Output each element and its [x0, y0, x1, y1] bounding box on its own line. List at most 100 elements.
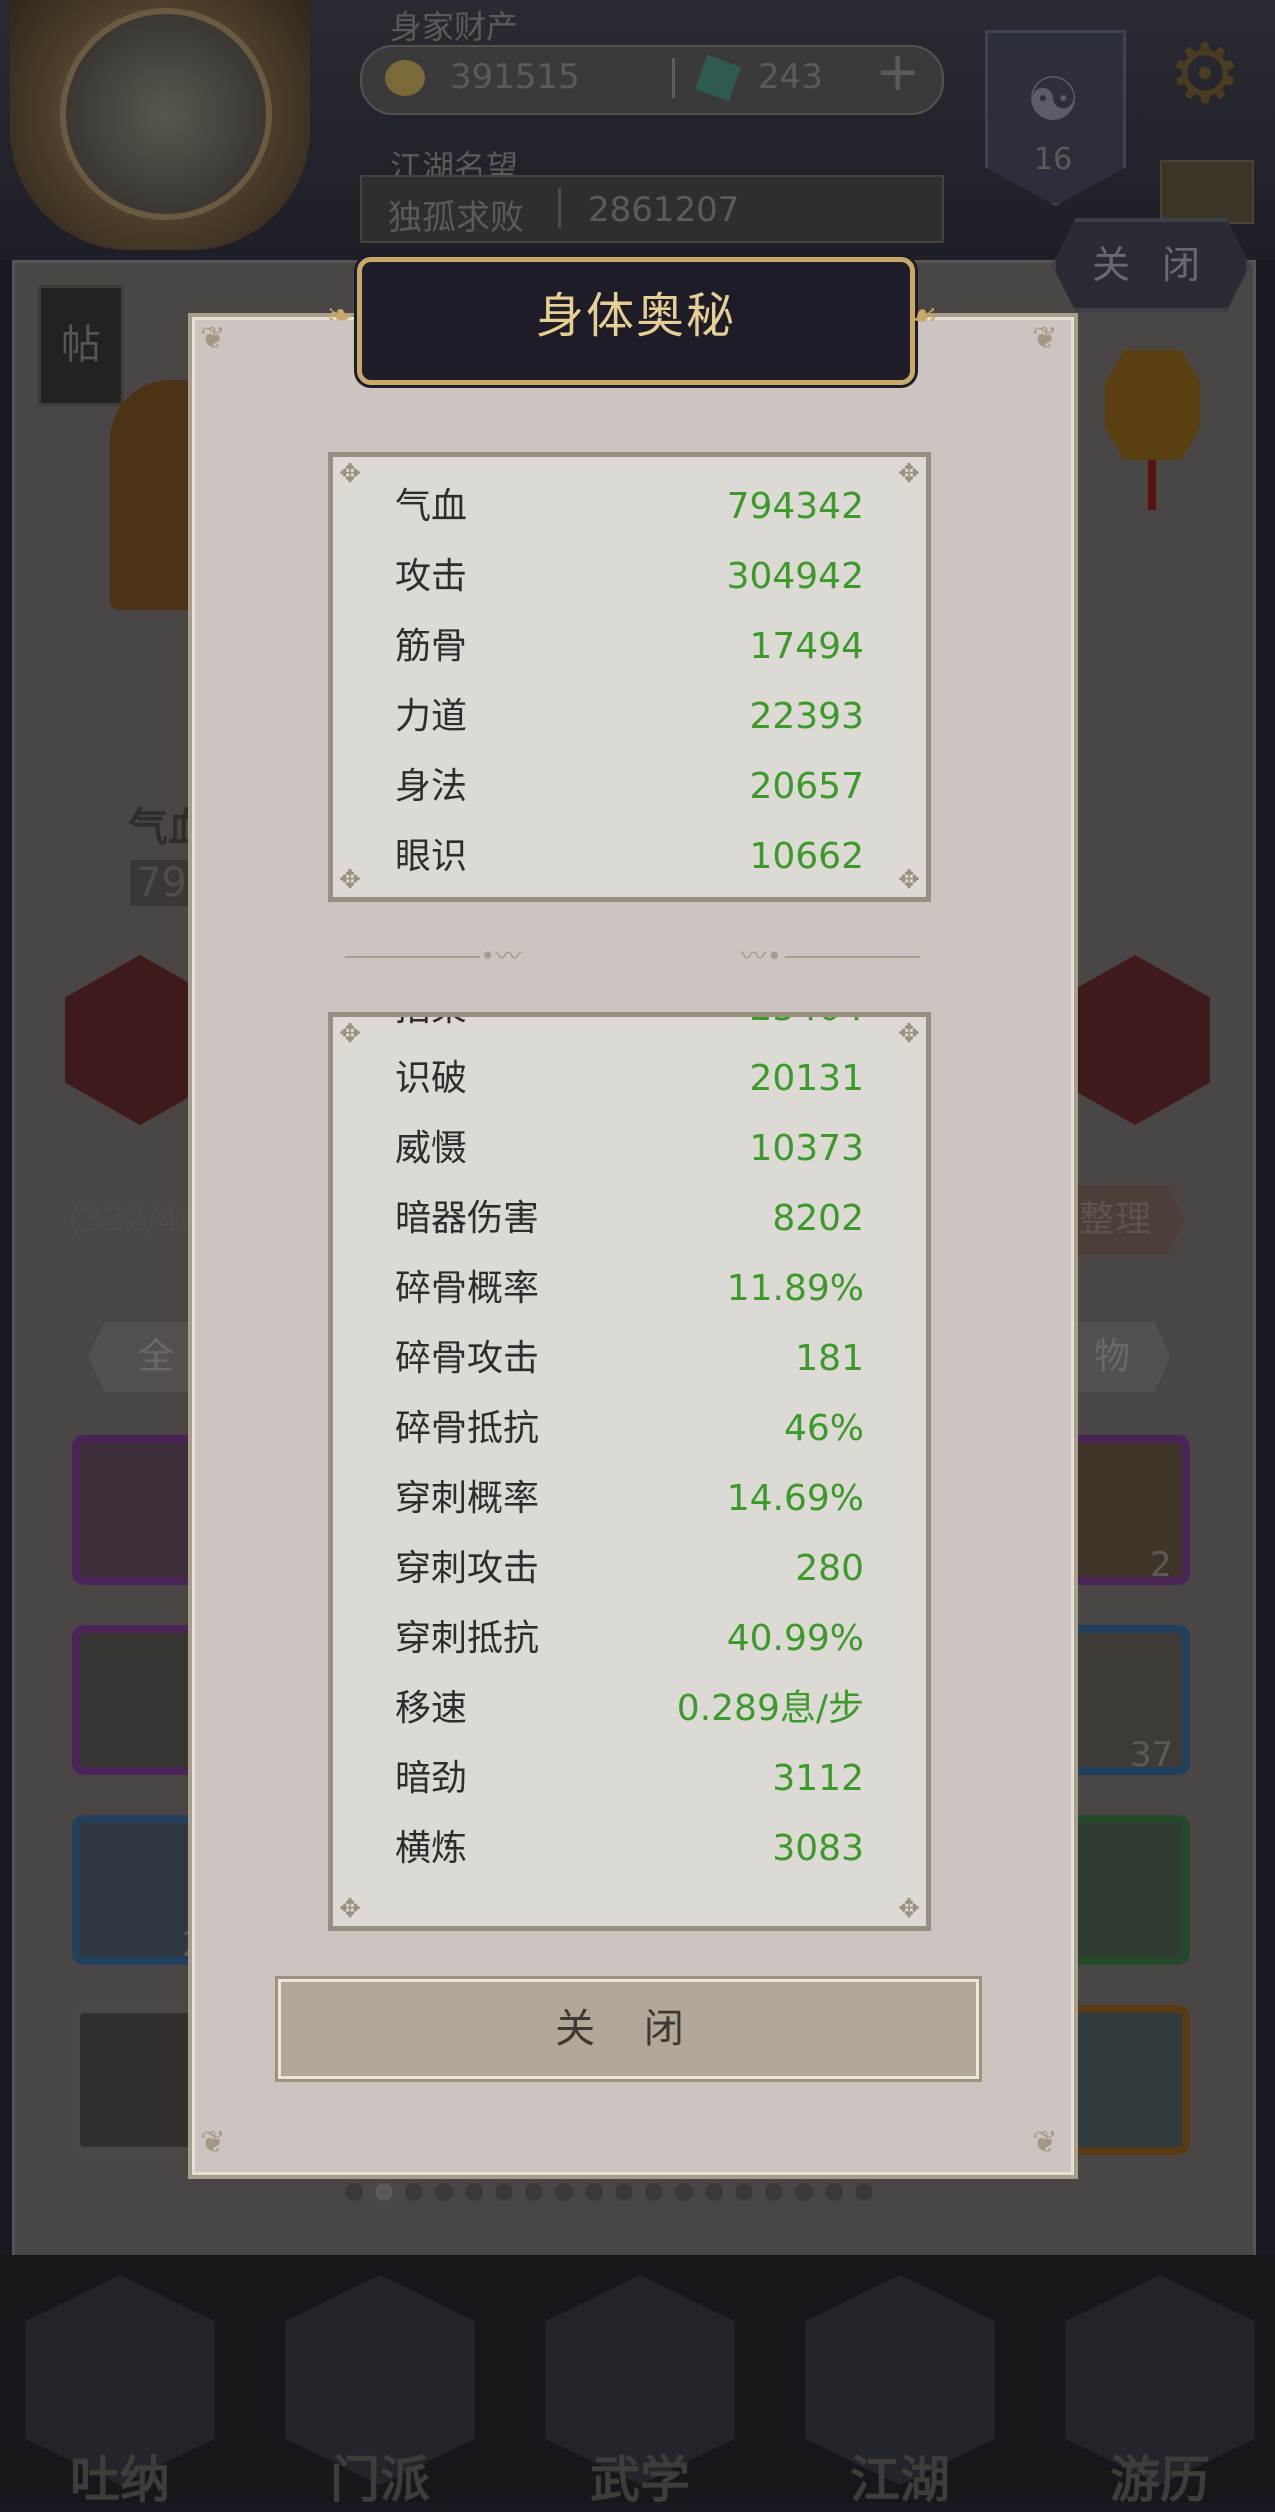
- page-dot[interactable]: [795, 2183, 813, 2201]
- fame-divider: [558, 188, 561, 228]
- inventory-slot[interactable]: [72, 2005, 202, 2155]
- stat-value: 8202: [772, 1198, 864, 1239]
- page-dot[interactable]: [345, 2183, 363, 2201]
- corner-ornament: ✥: [339, 1019, 361, 1049]
- lantern-tassel: [1148, 460, 1156, 510]
- stat-label: 识破: [395, 1058, 468, 1099]
- page-dot[interactable]: [825, 2183, 843, 2201]
- page-dot-active[interactable]: [375, 2183, 393, 2201]
- page-dot[interactable]: [855, 2183, 873, 2201]
- stat-value: 46%: [783, 1408, 864, 1449]
- inventory-slot[interactable]: [1060, 1815, 1190, 1965]
- stat-row: 眼识 10662: [333, 822, 926, 892]
- inventory-capacity: (332/40: [68, 1200, 201, 1240]
- stat-value: 22393: [749, 696, 864, 737]
- stat-label: 筋骨: [395, 626, 468, 667]
- gold-amount: 391515: [450, 57, 580, 97]
- corner-ornament: ✥: [898, 1894, 920, 1924]
- stat-label: 碎骨攻击: [395, 1338, 540, 1379]
- stat-row: 攻击 304942: [333, 542, 926, 612]
- stat-value: 3112: [772, 1758, 864, 1799]
- page-dot[interactable]: [765, 2183, 783, 2201]
- nav-label: 门派: [330, 2451, 430, 2509]
- player-avatar[interactable]: [60, 8, 272, 220]
- page-dot[interactable]: [555, 2183, 573, 2201]
- inventory-slot[interactable]: [72, 1435, 202, 1585]
- lantern-icon[interactable]: [1105, 350, 1200, 460]
- stat-row: 威慑 10373: [333, 1114, 926, 1184]
- nav-label: 武学: [590, 2451, 690, 2509]
- inventory-slot[interactable]: [72, 1625, 202, 1775]
- stat-label: 暗器伤害: [395, 1198, 540, 1239]
- page-dot[interactable]: [405, 2183, 423, 2201]
- corner-ornament: ❦: [200, 2125, 226, 2160]
- stat-value: 10662: [749, 836, 864, 877]
- mail-icon[interactable]: [1160, 160, 1254, 224]
- corner-ornament: ❦: [200, 321, 226, 356]
- stat-row: 招架 25404: [333, 1017, 926, 1044]
- plus-icon[interactable]: +: [875, 40, 920, 103]
- corner-ornament: ❦: [1032, 321, 1058, 356]
- stat-row: 身法 20657: [333, 752, 926, 822]
- stat-value: 20657: [749, 766, 864, 807]
- page-dot[interactable]: [525, 2183, 543, 2201]
- page-dot[interactable]: [735, 2183, 753, 2201]
- stat-label: 暗劲: [395, 1758, 468, 1799]
- divider-line: [785, 956, 920, 958]
- settings-gear-icon[interactable]: ⚙: [1160, 30, 1250, 120]
- stat-row: 暗器伤害 8202: [333, 1184, 926, 1254]
- page-dot[interactable]: [465, 2183, 483, 2201]
- nav-label: 江湖: [850, 2451, 950, 2509]
- stat-row: 碎骨抵抗 46%: [333, 1394, 926, 1464]
- currency-divider: [672, 58, 675, 98]
- divider-line: [345, 956, 480, 958]
- stat-value: 40.99%: [726, 1618, 864, 1659]
- stat-row: 识破 20131: [333, 1044, 926, 1114]
- stat-label: 穿刺攻击: [395, 1548, 540, 1589]
- stat-value: 181: [795, 1338, 864, 1379]
- level-number: 16: [1034, 142, 1073, 177]
- slot-count: 37: [1130, 1735, 1174, 1775]
- stat-value: 14.69%: [726, 1478, 864, 1519]
- stat-label: 碎骨抵抗: [395, 1408, 540, 1449]
- nav-label: 游历: [1110, 2451, 1210, 2509]
- stat-value: 304942: [726, 556, 864, 597]
- rank-title: 独孤求败: [388, 198, 524, 238]
- stat-row: 穿刺抵抗 40.99%: [333, 1604, 926, 1674]
- page-dot[interactable]: [615, 2183, 633, 2201]
- stat-row: 横炼 3083: [333, 1814, 926, 1884]
- page-dot[interactable]: [495, 2183, 513, 2201]
- primary-stats-box: ✥ ✥ ✥ ✥ 气血 794342 攻击 304942 筋骨 17494 力道 …: [328, 452, 931, 902]
- page-dot[interactable]: [705, 2183, 723, 2201]
- slot-count: 2: [1150, 1545, 1172, 1585]
- stat-label: 眼识: [395, 836, 468, 877]
- page-dot[interactable]: [435, 2183, 453, 2201]
- fame-value: 2861207: [588, 190, 740, 230]
- stat-value: 20131: [749, 1058, 864, 1099]
- stat-value: 3083: [772, 1828, 864, 1869]
- stat-label: 身法: [395, 766, 468, 807]
- wealth-label: 身家财产: [390, 8, 519, 46]
- tie-button[interactable]: 帖: [38, 285, 124, 406]
- divider-ornament: •〰: [480, 942, 522, 972]
- page-dot[interactable]: [585, 2183, 603, 2201]
- stat-value: 17494: [749, 626, 864, 667]
- stat-row: 筋骨 17494: [333, 612, 926, 682]
- stat-label: 攻击: [395, 556, 468, 597]
- divider-ornament: 〰•: [740, 942, 782, 972]
- corner-ornament: ✥: [898, 1019, 920, 1049]
- secondary-stats-scroll-box[interactable]: ✥ ✥ ✥ ✥ 招架 25404 识破 20131 威慑 10373 暗器伤害 …: [328, 1012, 931, 1931]
- panel-close-button[interactable]: 关 闭: [1052, 218, 1250, 312]
- stat-label: 威慑: [395, 1128, 468, 1169]
- stat-label: 移速: [395, 1688, 468, 1729]
- inventory-slot[interactable]: [1060, 2005, 1190, 2155]
- stat-label: 招架: [395, 1017, 467, 1044]
- stat-label: 碎骨概率: [395, 1268, 540, 1309]
- gold-ingot-icon: [385, 60, 425, 96]
- stat-row: 气血 794342: [333, 472, 926, 542]
- close-button[interactable]: 关 闭: [275, 1976, 982, 2082]
- page-dot[interactable]: [645, 2183, 663, 2201]
- stat-row: 移速 0.289息/步: [333, 1674, 926, 1744]
- jade-amount: 243: [758, 57, 823, 97]
- page-dot[interactable]: [675, 2183, 693, 2201]
